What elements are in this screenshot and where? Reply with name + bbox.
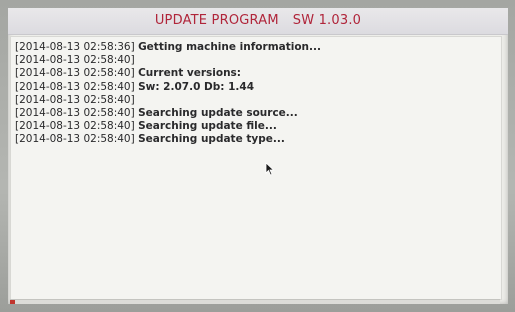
window-title: UPDATE PROGRAM SW 1.03.0: [155, 13, 361, 28]
log-message: Searching update source...: [138, 107, 298, 120]
log-line: [2014-08-13 02:58:40]: [15, 94, 501, 107]
log-line: [2014-08-13 02:58:40] Searching update f…: [15, 120, 501, 133]
log-line: [2014-08-13 02:58:40] Current versions:: [15, 67, 501, 80]
window-title-version: SW 1.03.0: [292, 13, 362, 28]
log-message: Current versions:: [138, 67, 242, 80]
log-message: Getting machine information...: [138, 41, 321, 53]
log-line: [2014-08-13 02:58:36] Getting machine in…: [15, 41, 501, 54]
mouse-pointer-icon: [265, 162, 275, 176]
log-timestamp: [2014-08-13 02:58:40]: [15, 54, 135, 67]
title-bar: UPDATE PROGRAM SW 1.03.0: [8, 8, 508, 35]
log-line: [2014-08-13 02:58:40] Searching update s…: [15, 107, 501, 120]
photo-frame: UPDATE PROGRAM SW 1.03.0 [2014-08-13 02:5…: [0, 0, 515, 312]
log-timestamp: [2014-08-13 02:58:40]: [15, 80, 135, 93]
log-timestamp: [2014-08-13 02:58:40]: [15, 133, 135, 146]
log-timestamp: [2014-08-13 02:58:40]: [15, 120, 135, 133]
window-title-name: UPDATE PROGRAM: [154, 13, 279, 28]
log-timestamp: [2014-08-13 02:58:40]: [15, 107, 135, 120]
log-message: Sw: 2.07.0 Db: 1.44: [138, 80, 255, 93]
log-message: Searching update file...: [138, 120, 277, 133]
log-timestamp: [2014-08-13 02:58:40]: [15, 93, 135, 106]
progress-bar: [10, 299, 500, 304]
log-line: [2014-08-13 02:58:40] Sw: 2.07.0 Db: 1.4…: [15, 81, 501, 94]
log-list: [2014-08-13 02:58:36] Getting machine in…: [11, 37, 501, 147]
log-timestamp: [2014-08-13 02:58:36]: [15, 41, 135, 53]
log-timestamp: [2014-08-13 02:58:40]: [15, 67, 135, 80]
progress-fill: [10, 300, 15, 304]
screen: UPDATE PROGRAM SW 1.03.0 [2014-08-13 02:5…: [8, 8, 508, 304]
log-message: Searching update type...: [138, 133, 285, 146]
log-line: [2014-08-13 02:58:40]: [15, 54, 501, 67]
log-line: [2014-08-13 02:58:40] Searching update t…: [15, 133, 501, 146]
log-panel[interactable]: [2014-08-13 02:58:36] Getting machine in…: [10, 36, 502, 300]
